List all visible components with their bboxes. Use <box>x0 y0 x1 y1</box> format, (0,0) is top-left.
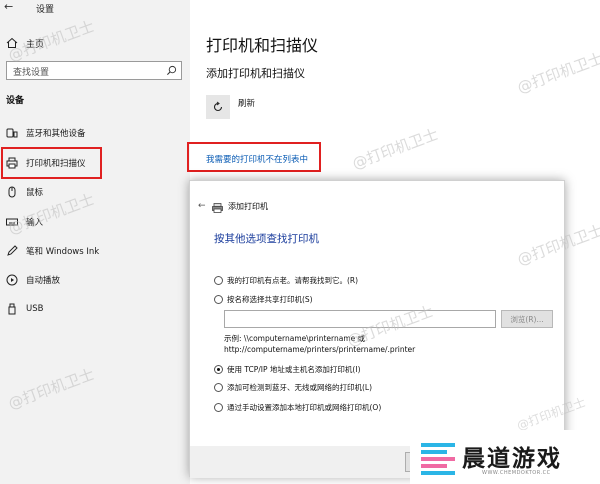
search-icon <box>166 65 177 76</box>
radio-button[interactable] <box>214 402 223 412</box>
mouse-icon <box>8 186 16 198</box>
logo-text: 晨道游戏 <box>462 446 562 472</box>
back-arrow-icon[interactable]: ← <box>4 0 13 13</box>
radio-button[interactable] <box>214 294 223 304</box>
usb-icon <box>8 303 16 315</box>
sidebar-item-pen[interactable]: 笔和 Windows Ink <box>6 243 99 259</box>
bluetooth-devices-icon <box>6 128 18 138</box>
sidebar-item-label: 蓝牙和其他设备 <box>26 129 86 139</box>
dialog-title: 添加打印机 <box>228 202 268 211</box>
option-label: 按名称选择共享打印机(S) <box>227 294 313 304</box>
browse-button[interactable]: 浏览(R)... <box>501 310 553 328</box>
dialog-back-icon[interactable]: ← <box>198 201 206 211</box>
pen-icon <box>7 245 18 256</box>
search-placeholder: 查找设置 <box>13 68 50 78</box>
sidebar-item-mouse[interactable]: 鼠标 <box>6 184 43 200</box>
radio-button[interactable] <box>214 382 223 392</box>
page-subtitle: 添加打印机和扫描仪 <box>206 67 305 80</box>
sidebar-item-bluetooth[interactable]: 蓝牙和其他设备 <box>6 125 86 141</box>
refresh-icon <box>213 101 223 112</box>
page-title: 打印机和扫描仪 <box>206 36 319 55</box>
sidebar-item-usb[interactable]: USB <box>6 301 43 317</box>
option-label: 我的打印机有点老。请帮我找到它。(R) <box>227 275 359 285</box>
option-manual[interactable]: 通过手动设置添加本地打印机或网络打印机(O) <box>214 401 381 413</box>
option-shared-printer[interactable]: 按名称选择共享打印机(S) <box>214 293 313 305</box>
option-old-printer[interactable]: 我的打印机有点老。请帮我找到它。(R) <box>214 274 358 286</box>
option-label: 添加可检测到蓝牙、无线或网络的打印机(L) <box>227 382 373 392</box>
sidebar-item-autoplay[interactable]: 自动播放 <box>6 272 60 288</box>
settings-window: ← 设置 主页 查找设置 设备 蓝牙和其他设备 打印机和扫描仪 鼠标 输入 笔和… <box>0 0 600 484</box>
autoplay-icon <box>6 274 18 286</box>
sidebar: ← 设置 主页 查找设置 设备 蓝牙和其他设备 打印机和扫描仪 鼠标 输入 笔和… <box>0 0 190 484</box>
dialog-printer-icon <box>212 203 223 213</box>
section-label: 设备 <box>6 96 25 106</box>
search-input[interactable]: 查找设置 <box>6 61 182 80</box>
refresh-button[interactable] <box>206 95 230 119</box>
highlight-box-printers <box>1 147 102 179</box>
dialog-heading: 按其他选项查找打印机 <box>214 233 319 245</box>
window-title: 设置 <box>36 5 55 15</box>
logo-mark-icon <box>421 443 455 475</box>
radio-button-selected[interactable] <box>214 364 223 374</box>
watermark: @打印机卫士 <box>514 49 600 97</box>
sidebar-item-label: 笔和 Windows Ink <box>26 247 100 257</box>
option-label: 通过手动设置添加本地打印机或网络打印机(O) <box>227 402 382 412</box>
example-line-2: http://computername/printers/printername… <box>224 345 416 354</box>
option-bluetooth-wireless[interactable]: 添加可检测到蓝牙、无线或网络的打印机(L) <box>214 381 372 393</box>
refresh-label: 刷新 <box>238 99 256 109</box>
sidebar-item-label: 鼠标 <box>26 188 44 198</box>
option-tcpip[interactable]: 使用 TCP/IP 地址或主机名添加打印机(I) <box>214 363 361 375</box>
sidebar-item-label: 自动播放 <box>26 276 61 286</box>
printer-not-listed-link[interactable]: 我需要的打印机不在列表中 <box>206 153 308 165</box>
radio-button[interactable] <box>214 275 223 285</box>
sidebar-item-label: USB <box>26 304 44 314</box>
watermark: @打印机卫士 <box>349 125 441 173</box>
option-label: 使用 TCP/IP 地址或主机名添加打印机(I) <box>227 364 361 374</box>
logo-url: WWW.CHEMDOKTOR.CC <box>482 470 551 476</box>
